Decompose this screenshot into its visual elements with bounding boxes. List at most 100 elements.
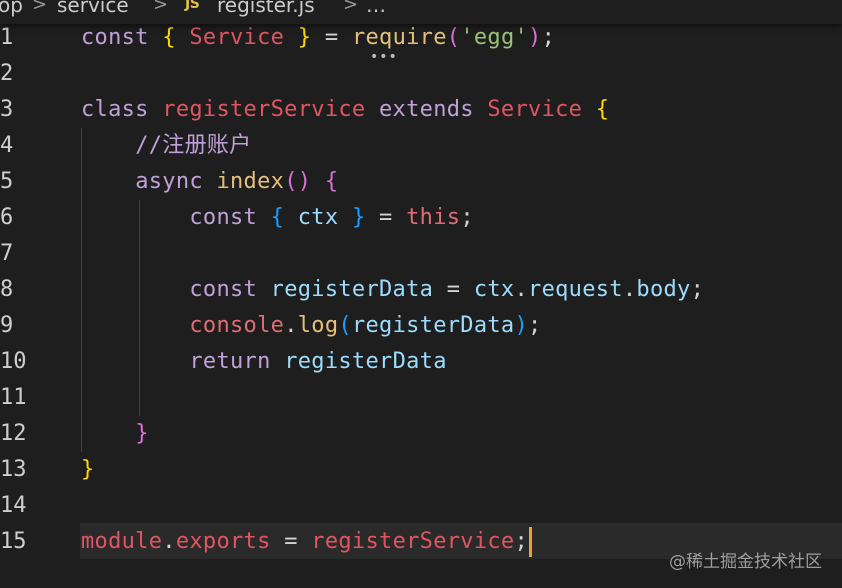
code-token: ; [541,25,556,50]
code-text[interactable]: const { Service } = require('egg'); [81,20,555,56]
code-line[interactable]: 7 [0,236,842,272]
breadcrumb-item-more[interactable]: … [366,0,386,17]
text-cursor [529,527,533,557]
line-number: 5 [0,169,14,194]
code-token: //注册账户 [135,133,252,158]
code-token: request [528,277,623,302]
code-line[interactable]: 8 const registerData = ctx.request.body; [0,272,842,308]
code-token: ; [514,529,529,554]
code-line[interactable]: 9 console.log(registerData); [0,308,842,344]
code-token: ; [690,277,705,302]
code-token: ( [446,25,461,50]
code-line[interactable]: 6 const { ctx } = this; [0,200,842,236]
line-number: 6 [0,205,14,230]
code-token: ctx [473,277,515,302]
watermark: @稀土掘金技术社区 [669,552,822,572]
code-token: 'egg' [460,25,529,50]
code-text[interactable]: //注册账户 [81,128,251,164]
code-token: module [81,529,163,554]
code-token: = [324,25,352,50]
code-token: this [406,205,461,230]
code-text[interactable]: } [81,416,149,452]
code-text[interactable]: class registerService extends Service { [81,92,609,128]
code-token: Service [487,97,596,122]
code-token: } [81,457,95,482]
code-text[interactable]: return registerData [81,344,447,380]
code-text[interactable]: module.exports = registerService; [81,524,533,560]
code-token: ) [528,25,542,50]
code-token: require [351,25,447,50]
code-token: class [81,97,163,122]
code-token: } [351,205,380,230]
code-line[interactable]: 10 return registerData [0,344,842,380]
breadcrumb-separator: > [153,0,169,15]
code-token: { [270,205,298,230]
code-line[interactable]: 1 const { Service } = require('egg'); [0,20,842,56]
code-token: ( [338,313,352,338]
code-text[interactable]: const { ctx } = this; [81,200,474,236]
code-line[interactable]: 5 async index() { [0,164,842,200]
code-token: () [284,169,325,194]
code-token: registerData [270,277,447,302]
code-text[interactable]: async index() { [81,164,338,200]
code-text[interactable]: } [81,452,95,488]
breadcrumb-item-service[interactable]: service [57,0,129,17]
code-token: ) [514,313,529,338]
line-number: 12 [0,421,27,446]
line-number: 8 [0,277,14,302]
code-token: . [514,277,529,302]
code-token: const [189,205,271,230]
breadcrumb-separator: > [32,0,48,15]
code-line[interactable]: 12 } [0,416,842,452]
breadcrumb-item-folder[interactable]: op [0,0,23,17]
breadcrumb-item-file[interactable]: register.js [217,0,315,17]
code-token: index [216,169,285,194]
code-token: = [446,277,474,302]
code-token: log [297,313,339,338]
code-editor[interactable]: 1 const { Service } = require('egg'); 2 3 cl… [0,0,842,588]
code-token: const [189,277,271,302]
code-token: registerData [284,349,447,374]
line-number: 11 [0,385,27,410]
code-token: ctx [297,205,352,230]
code-token: body [636,277,691,302]
line-number: 10 [0,349,27,374]
line-number: 14 [0,493,27,518]
breadcrumb: op > service > JS register.js > … [0,0,842,24]
line-number: 7 [0,241,14,266]
code-token: async [135,169,217,194]
code-line[interactable]: 3 class registerService extends Service { [0,92,842,128]
code-line[interactable]: 13} [0,452,842,488]
code-token: = [379,205,407,230]
code-token: { [162,25,190,50]
code-token: Service [189,25,298,50]
code-line[interactable]: 4 //注册账户 [0,128,842,164]
code-token: const [81,25,163,50]
code-line[interactable]: 11 [0,380,842,416]
code-token: registerService [311,529,515,554]
code-text[interactable]: const registerData = ctx.request.body; [81,272,704,308]
line-number: 1 [0,25,14,50]
code-token: } [297,25,325,50]
code-text[interactable]: console.log(registerData); [81,308,542,344]
code-token: console [189,313,285,338]
breadcrumb-separator: > [343,0,359,15]
code-token: ; [528,313,542,338]
code-token: . [162,529,176,554]
line-number: 9 [0,313,14,338]
line-number: 2 [0,61,14,86]
code-token: = [284,529,312,554]
code-token: ; [460,205,474,230]
code-token: extends [379,97,488,122]
code-line[interactable]: 14 [0,488,842,524]
hint-dots: ••• [370,49,398,65]
code-token: { [324,169,339,194]
js-file-icon: JS [185,0,200,12]
code-line[interactable]: 2 [0,56,842,92]
